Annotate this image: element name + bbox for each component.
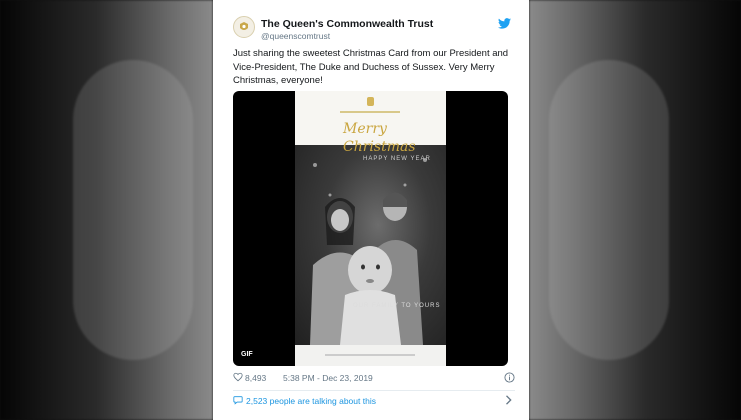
card-footer-print — [325, 354, 415, 356]
conversation-count[interactable]: 2,523 people are talking about this — [246, 396, 376, 406]
heart-icon[interactable] — [233, 372, 243, 382]
card-footer-area — [295, 345, 446, 366]
background-right-blur — [529, 0, 741, 420]
card-newyear-text: HAPPY NEW YEAR — [363, 156, 431, 162]
tweet-media-gif[interactable]: Merry Christmas HAPPY NEW YEAR OUR FAMIL… — [233, 91, 508, 366]
divider — [233, 390, 515, 391]
tweet-text: Just sharing the sweetest Christmas Card… — [233, 48, 509, 86]
tweet-meta: 8,493 5:38 PM - Dec 23, 2019 — [233, 371, 515, 385]
family-photo — [295, 145, 446, 345]
card-christmas-text: Christmas — [343, 139, 416, 155]
info-icon[interactable] — [504, 372, 515, 383]
speech-bubble-icon — [233, 396, 243, 405]
card-small-print — [340, 111, 400, 113]
tweet-card: The Queen's Commonwealth Trust @queensco… — [213, 0, 529, 420]
avatar[interactable] — [233, 16, 255, 38]
background-left-blur — [0, 0, 213, 420]
crest-icon — [240, 22, 248, 30]
card-header-area — [295, 91, 446, 146]
card-crest-icon — [367, 97, 374, 106]
twitter-bird-icon[interactable] — [498, 18, 511, 29]
conversation-link[interactable]: 2,523 people are talking about this — [233, 394, 515, 408]
chevron-right-icon[interactable] — [505, 395, 513, 405]
christmas-card-image: Merry Christmas HAPPY NEW YEAR OUR FAMIL… — [295, 91, 446, 366]
tweet-timestamp[interactable]: 5:38 PM - Dec 23, 2019 — [283, 373, 373, 383]
tweet-header: The Queen's Commonwealth Trust @queensco… — [233, 14, 515, 44]
user-handle[interactable]: @queenscomtrust — [261, 31, 330, 41]
card-merry-text: Merry — [343, 121, 387, 137]
card-family-text: OUR FAMILY TO YOURS — [353, 303, 441, 309]
gif-badge: GIF — [237, 349, 257, 360]
like-count[interactable]: 8,493 — [245, 373, 266, 383]
display-name[interactable]: The Queen's Commonwealth Trust — [261, 18, 433, 30]
family-photo-illustration — [310, 158, 427, 345]
